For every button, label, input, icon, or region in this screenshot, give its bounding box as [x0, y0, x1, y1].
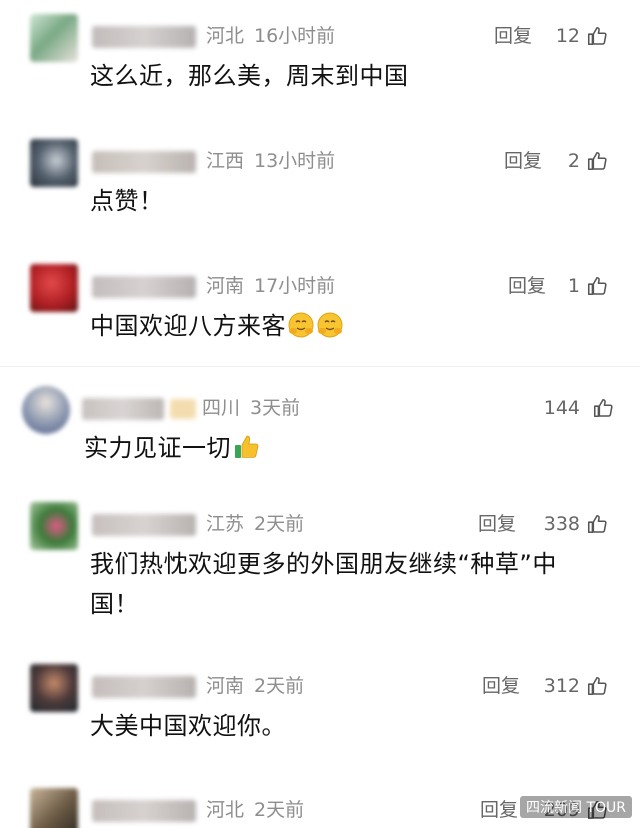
like-count: 338 — [543, 513, 580, 535]
reply-button[interactable]: 回复 — [494, 24, 532, 48]
avatar[interactable] — [30, 14, 78, 62]
like-count: 312 — [543, 675, 580, 697]
location-text: 江西 — [206, 150, 245, 172]
comment-text-body: 实力见证一切 — [84, 434, 231, 462]
thumbs-up-icon[interactable] — [586, 513, 608, 535]
reply-button[interactable]: 回复 — [480, 798, 518, 822]
like-count: 12 — [555, 25, 580, 47]
comment-text-line: 我们热忱欢迎更多的外国朋友继续“种草”中 — [90, 550, 557, 578]
username[interactable] — [92, 276, 196, 298]
username[interactable] — [92, 151, 196, 173]
thumbs-up-icon[interactable] — [592, 397, 614, 419]
comment-text: 这么近，那么美，周末到中国 — [90, 62, 409, 90]
username[interactable] — [82, 398, 164, 420]
comment-text-body: 中国欢迎八方来客 — [90, 312, 286, 340]
vip-badge — [170, 399, 196, 419]
comment-text-line: 国！ — [90, 590, 139, 618]
thumbs-up-icon[interactable] — [586, 675, 608, 697]
username[interactable] — [92, 676, 196, 698]
username[interactable] — [92, 800, 196, 822]
avatar[interactable] — [30, 264, 78, 312]
timestamp: 2天前 — [254, 799, 305, 821]
location-text: 四川 — [202, 397, 241, 419]
location-text: 河北 — [206, 25, 245, 47]
comment-text: 实力见证一切 — [84, 430, 604, 466]
avatar[interactable] — [30, 502, 78, 550]
timestamp: 2天前 — [254, 675, 305, 697]
timestamp: 13小时前 — [254, 150, 336, 172]
comment-text: 我们热忱欢迎更多的外国朋友继续“种草”中 国！ — [90, 544, 610, 624]
timestamp: 17小时前 — [254, 275, 336, 297]
username[interactable] — [92, 26, 196, 48]
avatar[interactable] — [30, 139, 78, 187]
hug-face-icon — [317, 312, 343, 338]
comment-text: 点赞！ — [90, 187, 164, 215]
avatar[interactable] — [22, 386, 70, 434]
timestamp: 16小时前 — [254, 25, 336, 47]
comment-text: 中国欢迎八方来客 — [90, 308, 610, 344]
reply-button[interactable]: 回复 — [478, 512, 516, 536]
comment-text: 大美中国欢迎你。 — [90, 712, 286, 740]
reply-button[interactable]: 回复 — [482, 674, 520, 698]
location-text: 河南 — [206, 275, 245, 297]
thumbs-up-icon[interactable] — [586, 25, 608, 47]
avatar[interactable] — [30, 664, 78, 712]
hug-face-icon — [288, 312, 314, 338]
username[interactable] — [92, 514, 196, 536]
location-text: 河南 — [206, 675, 245, 697]
location-text: 江苏 — [206, 513, 245, 535]
timestamp: 2天前 — [254, 513, 305, 535]
location-text: 河北 — [206, 799, 245, 821]
reply-button[interactable]: 回复 — [508, 274, 546, 298]
like-count: 1 — [567, 275, 580, 297]
avatar[interactable] — [30, 788, 78, 828]
thumbs-up-icon[interactable] — [586, 275, 608, 297]
section-divider — [0, 366, 640, 367]
timestamp: 3天前 — [250, 397, 301, 419]
like-count: 2 — [567, 150, 580, 172]
thumbs-up-icon[interactable] — [586, 150, 608, 172]
thumbs-up-icon — [235, 435, 259, 458]
like-count: 144 — [543, 397, 580, 419]
watermark: 四流新闻 TOUR — [520, 796, 632, 818]
reply-button[interactable]: 回复 — [504, 149, 542, 173]
